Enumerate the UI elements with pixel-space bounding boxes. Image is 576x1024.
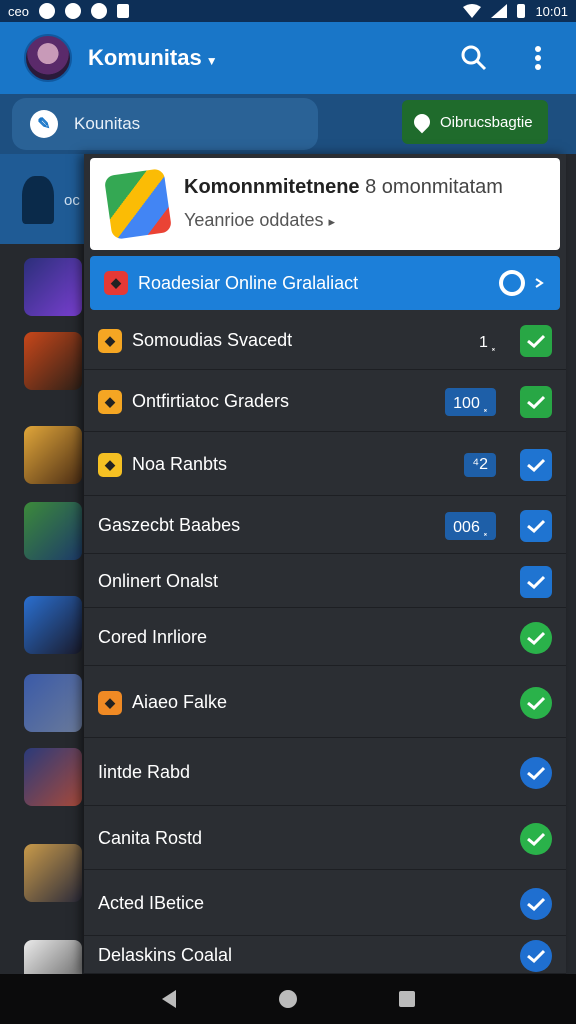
list-item-label: Cored Inrliore xyxy=(98,627,208,647)
more-vert-icon[interactable] xyxy=(524,44,552,72)
status-time: 10:01 xyxy=(535,3,568,19)
chevron-right-icon: ▸ xyxy=(328,214,336,229)
game-thumbnail[interactable] xyxy=(24,674,82,732)
status-bar: ceo 10:01 xyxy=(0,0,576,22)
card-subtitle-text: Yeanrioe oddates xyxy=(184,210,324,230)
recents-icon[interactable] xyxy=(398,990,416,1008)
notification-icon xyxy=(116,4,129,18)
list-item-label: Noa Ranbts xyxy=(132,454,228,474)
soldier-silhouette-icon xyxy=(22,176,54,224)
list-item-count: 006 ⸼ xyxy=(445,511,496,540)
notification-icon xyxy=(38,3,55,19)
card-title: Komonnmitetnene 8 omonmitatam xyxy=(184,176,503,199)
community-icon: ✎ xyxy=(30,110,58,138)
battery-icon xyxy=(517,4,526,18)
game-thumbnail[interactable] xyxy=(24,748,82,806)
list-item[interactable]: ◆ Roadesiar Online Gralaliact xyxy=(90,256,560,310)
app-title[interactable]: Komunitas ▼ xyxy=(88,45,218,71)
list-item-label: Delaskins Coalal xyxy=(98,945,233,965)
game-thumbnail[interactable] xyxy=(24,426,82,484)
list-item[interactable]: ◆ Noa Ranbts ⁴2 xyxy=(84,434,566,496)
list-item[interactable]: Iintde Rabd xyxy=(84,740,566,806)
list-item[interactable]: ◆ Somoudias Svacedt 1 ⸼ xyxy=(84,312,566,370)
list-item-label: Somoudias Svacedt xyxy=(132,330,293,350)
location-pin-icon xyxy=(410,110,434,134)
list-item-label: Canita Rostd xyxy=(98,828,203,848)
list-item[interactable]: Cored Inrliore xyxy=(84,610,566,666)
community-pill-label: Kounitas xyxy=(74,114,141,133)
game-thumbnail[interactable] xyxy=(24,502,82,560)
maps-logo-icon xyxy=(103,168,173,240)
list-item[interactable]: Onlinert Onalst xyxy=(84,556,566,608)
game-thumbnail[interactable] xyxy=(24,332,82,390)
list-item-label: Aiaeo Falke xyxy=(132,692,228,712)
check-circle-icon[interactable] xyxy=(520,939,552,972)
list-item-label: Roadesiar Online Gralaliact xyxy=(138,272,359,293)
check-circle-icon[interactable] xyxy=(520,686,552,719)
dropdown-caret-icon: ▼ xyxy=(205,54,218,68)
app-bar: Komunitas ▼ xyxy=(0,22,576,94)
game-thumbnail[interactable] xyxy=(24,258,82,316)
list-item[interactable]: Acted IBetice xyxy=(84,872,566,936)
signal-icon xyxy=(491,4,508,18)
location-button[interactable]: Oibrucsbagtie xyxy=(402,100,548,144)
card-title-suffix: 8 omonmitatam xyxy=(365,176,503,198)
game-thumbnail[interactable] xyxy=(24,844,82,902)
card-title-main: Komonnmitetnene xyxy=(184,176,360,198)
sub-bar: ✎ Kounitas Oibrucsbagtie xyxy=(0,94,576,154)
checkbox-checked-icon[interactable] xyxy=(520,448,552,481)
list-item-label: Onlinert Onalst xyxy=(98,571,219,591)
list-item[interactable]: Delaskins Coalal xyxy=(84,938,566,974)
category-icon: ◆ xyxy=(98,690,122,715)
checkbox-checked-icon[interactable] xyxy=(520,385,552,418)
list-item-label: Acted IBetice xyxy=(98,893,205,913)
list-item-label: Ontfirtiatoc Graders xyxy=(132,391,290,411)
check-circle-icon[interactable] xyxy=(520,621,552,654)
home-icon[interactable] xyxy=(278,989,298,1009)
app-title-text: Komunitas xyxy=(88,45,202,70)
wifi-icon xyxy=(463,4,482,18)
list-item-count: 1 ⸼ xyxy=(478,333,496,351)
checkbox-checked-icon[interactable] xyxy=(520,324,552,357)
card-subtitle[interactable]: Yeanrioe oddates ▸ xyxy=(184,210,335,231)
search-icon[interactable] xyxy=(460,44,488,72)
avatar[interactable] xyxy=(24,34,72,82)
notification-icon xyxy=(90,3,107,19)
navigation-bar xyxy=(0,974,576,1024)
list-item-count: ⁴2 xyxy=(464,452,496,477)
list-item[interactable]: ◆ Aiaeo Falke xyxy=(84,668,566,738)
globe-icon[interactable] xyxy=(496,267,546,299)
list-item[interactable]: Canita Rostd xyxy=(84,808,566,870)
location-button-label: Oibrucsbagtie xyxy=(440,113,533,131)
notification-icon xyxy=(64,3,81,19)
header-card[interactable]: Komonnmitetnene 8 omonmitatam Yeanrioe o… xyxy=(90,158,560,250)
check-circle-icon[interactable] xyxy=(520,756,552,789)
check-circle-icon[interactable] xyxy=(520,887,552,920)
category-icon: ◆ xyxy=(104,271,128,295)
hero-strip: oc xyxy=(0,154,84,244)
checkbox-checked-icon[interactable] xyxy=(520,565,552,598)
list-item-label: Iintde Rabd xyxy=(98,762,191,782)
community-pill[interactable]: ✎ Kounitas xyxy=(12,98,318,150)
checkbox-checked-icon[interactable] xyxy=(520,509,552,542)
status-left-text: ceo xyxy=(8,3,29,19)
list-item[interactable]: Gaszecbt Baabes 006 ⸼ xyxy=(84,498,566,554)
back-icon[interactable] xyxy=(160,990,178,1008)
category-icon: ◆ xyxy=(98,452,122,477)
category-icon: ◆ xyxy=(98,328,122,353)
category-icon: ◆ xyxy=(98,389,122,414)
game-thumbnail[interactable] xyxy=(24,596,82,654)
check-circle-icon[interactable] xyxy=(520,822,552,855)
list-item[interactable]: ◆ Ontfirtiatoc Graders 100 ⸼ xyxy=(84,372,566,432)
list-item-count: 100 ⸼ xyxy=(445,387,496,416)
list-item-label: Gaszecbt Baabes xyxy=(98,515,241,535)
hero-strip-text: oc xyxy=(64,192,80,209)
